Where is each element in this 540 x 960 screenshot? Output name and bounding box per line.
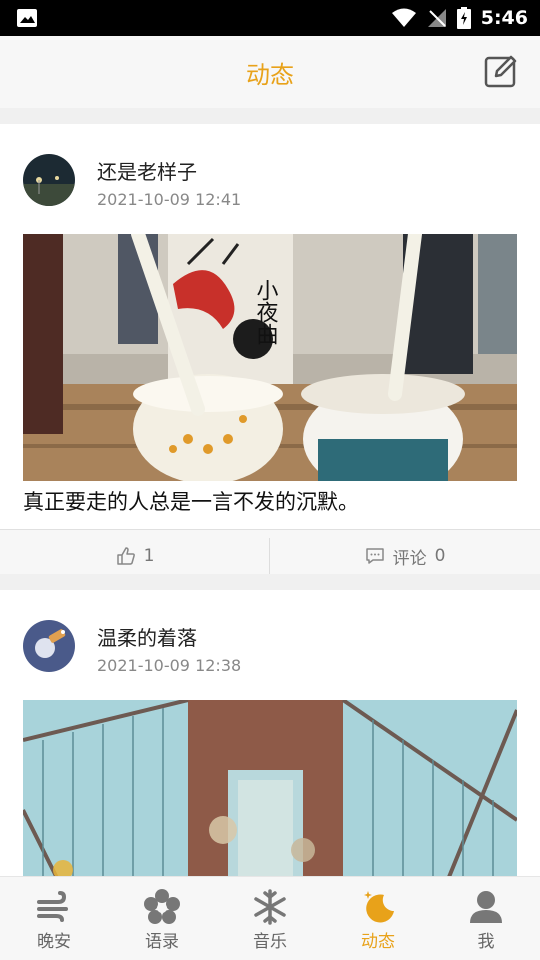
snowflake-icon bbox=[254, 889, 286, 925]
post-username[interactable]: 还是老样子 bbox=[97, 156, 197, 185]
tab-label: 晚安 bbox=[37, 932, 71, 952]
post-card[interactable]: 还是老样子 2021-10-09 12:41 小夜曲 真正要走的人总是一言不发的… bbox=[0, 124, 540, 574]
tab-label: 动态 bbox=[361, 932, 395, 952]
moon-stars-icon bbox=[364, 891, 394, 923]
status-time: 5:46 bbox=[480, 7, 528, 29]
image-text: 小夜曲 bbox=[253, 279, 279, 345]
flower-icon bbox=[144, 889, 180, 924]
like-button[interactable]: 1 bbox=[0, 530, 270, 582]
user-icon bbox=[470, 891, 502, 923]
post-caption: 真正要走的人总是一言不发的沉默。 bbox=[23, 490, 359, 514]
thumbs-up-icon bbox=[116, 547, 135, 565]
feed-list[interactable]: 还是老样子 2021-10-09 12:41 小夜曲 真正要走的人总是一言不发的… bbox=[0, 108, 540, 876]
gallery-notification-icon bbox=[17, 9, 37, 27]
avatar[interactable] bbox=[23, 154, 75, 206]
comment-count: 0 bbox=[434, 546, 446, 566]
tab-me[interactable]: 我 bbox=[432, 877, 540, 960]
tab-music[interactable]: 音乐 bbox=[216, 877, 324, 960]
compose-icon[interactable] bbox=[484, 54, 518, 88]
tab-yulu[interactable]: 语录 bbox=[108, 877, 216, 960]
bottom-tab-bar: 晚安 语录 音乐 动态 我 bbox=[0, 876, 540, 960]
tab-label: 语录 bbox=[145, 932, 179, 952]
tab-label: 音乐 bbox=[253, 932, 287, 952]
avatar[interactable] bbox=[23, 620, 75, 672]
post-username[interactable]: 温柔的着落 bbox=[97, 622, 197, 651]
comment-icon bbox=[365, 548, 384, 564]
post-actions: 1 评论 0 bbox=[0, 529, 540, 574]
post-image[interactable]: 小夜曲 bbox=[23, 234, 517, 481]
battery-charging-icon bbox=[456, 7, 471, 29]
page-title: 动态 bbox=[246, 61, 294, 89]
tab-dongtai[interactable]: 动态 bbox=[324, 877, 432, 960]
post-image[interactable] bbox=[23, 700, 517, 876]
wifi-icon bbox=[391, 8, 416, 27]
post-timestamp: 2021-10-09 12:38 bbox=[97, 656, 242, 675]
comment-label: 评论 bbox=[392, 548, 427, 569]
wind-icon bbox=[37, 891, 68, 922]
status-bar: 5:46 bbox=[0, 0, 540, 36]
no-signal-icon bbox=[427, 9, 446, 27]
like-count: 1 bbox=[143, 546, 155, 566]
tab-label: 我 bbox=[477, 932, 495, 952]
comment-button[interactable]: 评论 0 bbox=[270, 530, 540, 582]
post-timestamp: 2021-10-09 12:41 bbox=[97, 190, 242, 209]
tab-wanan[interactable]: 晚安 bbox=[0, 877, 108, 960]
app-bar: 动态 bbox=[0, 36, 540, 108]
post-card[interactable]: 温柔的着落 2021-10-09 12:38 bbox=[0, 590, 540, 876]
